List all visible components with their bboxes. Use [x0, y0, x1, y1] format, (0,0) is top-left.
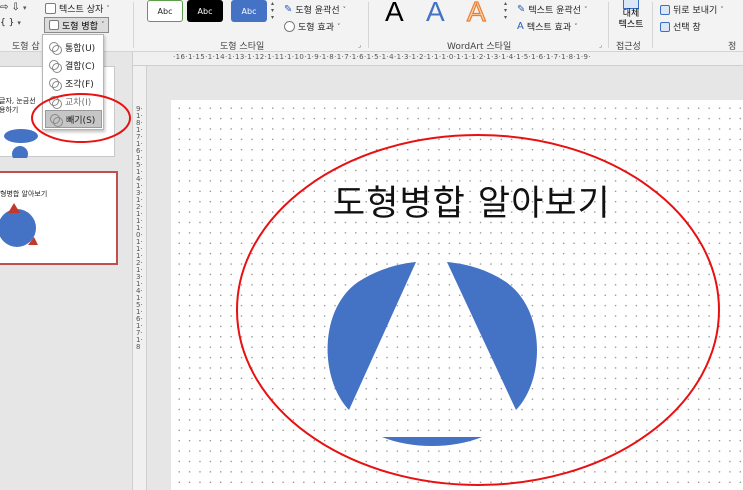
menu-item-label: 통합(U) [65, 43, 96, 54]
menu-item-label: 빼기(S) [66, 115, 96, 126]
menu-item-intersect[interactable]: 교차(I) [45, 92, 102, 110]
menu-item-combine[interactable]: 결합(C) [45, 56, 102, 74]
menu-item-label: 결합(C) [65, 61, 95, 72]
right-wedge-shape [447, 262, 537, 410]
menu-item-subtract[interactable]: 빼기(S) [45, 110, 102, 128]
bottom-segment-shape [382, 437, 482, 446]
shape-merge-menu: 통합(U) 결합(C) 조각(F) 교차(I) 빼기(S) [42, 34, 104, 130]
subtract-icon [50, 113, 63, 127]
shape-overlay [236, 134, 720, 486]
combine-icon [49, 59, 62, 73]
menu-item-label: 조각(F) [65, 79, 94, 90]
menu-item-fragment[interactable]: 조각(F) [45, 74, 102, 92]
intersect-icon [49, 95, 62, 109]
menu-item-label: 교차(I) [65, 97, 92, 108]
menu-item-union[interactable]: 통합(U) [45, 38, 102, 56]
union-icon [49, 41, 62, 55]
left-wedge-shape [327, 262, 416, 410]
fragment-icon [49, 77, 62, 91]
